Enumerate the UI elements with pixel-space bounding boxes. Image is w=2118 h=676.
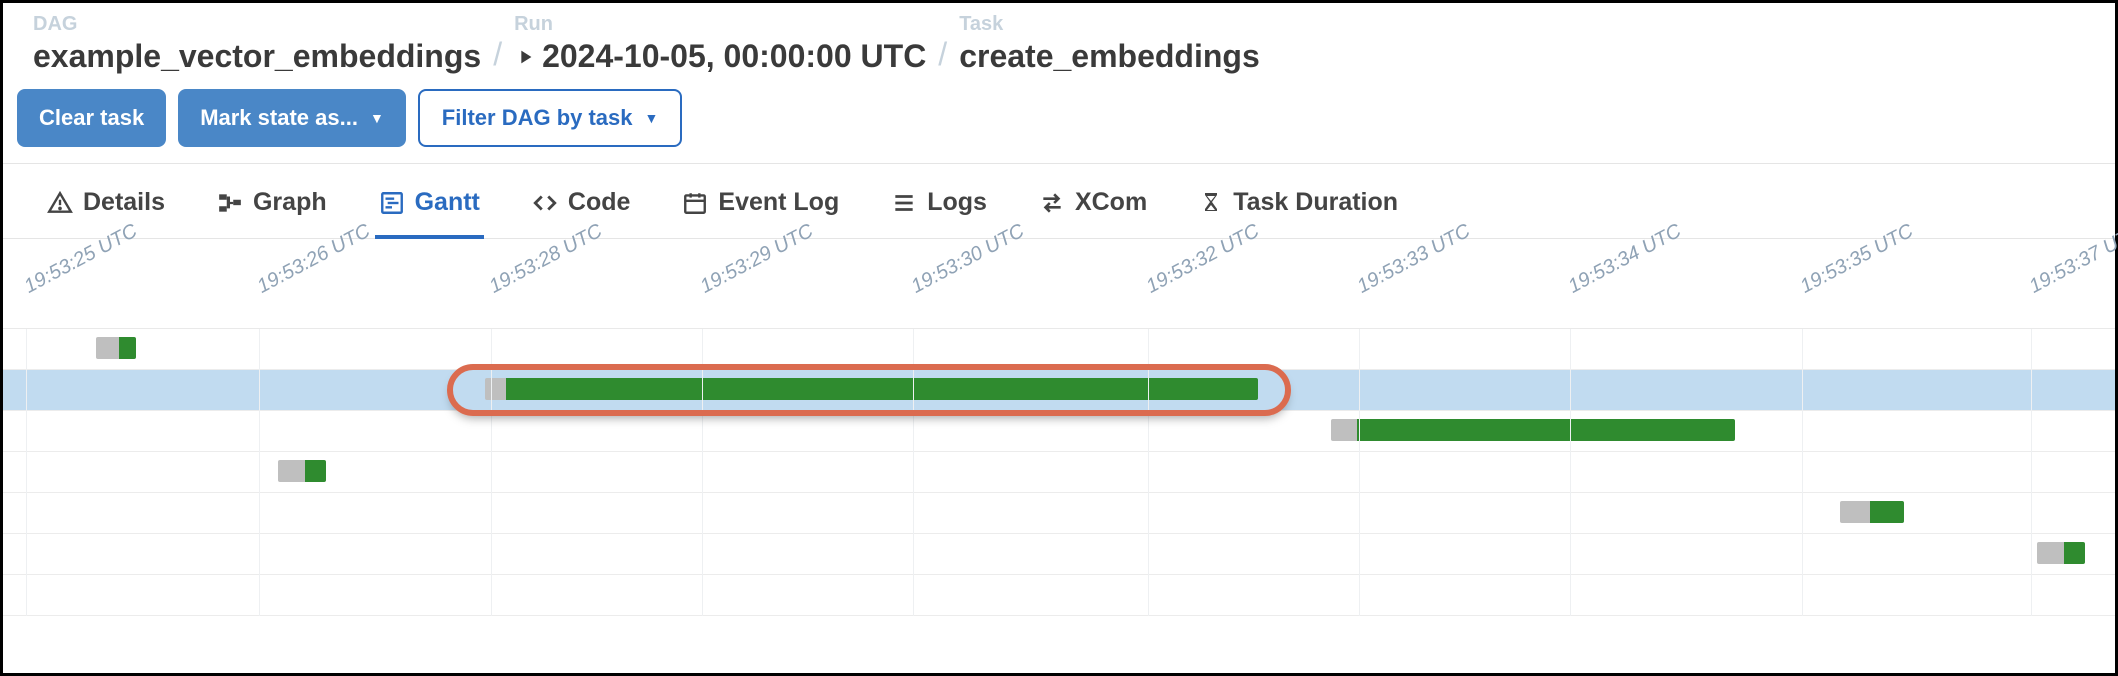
breadcrumb-run-label: Run xyxy=(514,13,926,36)
gantt-gridline xyxy=(2031,329,2032,616)
breadcrumb-separator: / xyxy=(493,36,502,75)
gantt-gridline xyxy=(1359,329,1360,616)
tab-logs[interactable]: Logs xyxy=(887,178,991,239)
gantt-bar-queued xyxy=(278,460,305,482)
gantt-row[interactable] xyxy=(3,575,2115,616)
breadcrumb-dag-label: DAG xyxy=(33,13,481,36)
breadcrumb: DAG example_vector_embeddings / Run 2024… xyxy=(33,13,2085,75)
gantt-bar-running xyxy=(119,337,136,359)
gantt-time-axis: 19:53:25 UTC19:53:26 UTC19:53:28 UTC19:5… xyxy=(3,239,2115,329)
tab-gantt[interactable]: Gantt xyxy=(375,178,484,239)
clear-task-button[interactable]: Clear task xyxy=(17,89,166,147)
tab-details[interactable]: Details xyxy=(43,178,169,239)
gantt-bar[interactable] xyxy=(278,460,327,482)
gantt-bar[interactable] xyxy=(1840,501,1903,523)
gantt-gridline xyxy=(259,329,260,616)
filter-dag-button[interactable]: Filter DAG by task ▼ xyxy=(418,89,683,147)
play-icon xyxy=(514,46,536,68)
gantt-row[interactable] xyxy=(3,534,2115,575)
gantt-bar-running xyxy=(1870,501,1904,523)
gantt-bar-queued xyxy=(96,337,119,359)
gantt-gridline xyxy=(491,329,492,616)
gantt-row[interactable] xyxy=(3,329,2115,370)
gantt-gridline xyxy=(913,329,914,616)
caret-down-icon: ▼ xyxy=(645,110,659,126)
tab-task-duration[interactable]: Task Duration xyxy=(1195,178,1402,239)
gantt-gridline xyxy=(1148,329,1149,616)
gantt-bar-queued xyxy=(2037,542,2064,564)
tabs: Details Graph Gantt Code Event Log Logs xyxy=(3,164,2115,239)
calendar-icon xyxy=(682,190,708,216)
breadcrumb-task-label: Task xyxy=(959,13,1260,36)
gantt-bar-queued xyxy=(485,378,506,400)
gantt-gridline xyxy=(1802,329,1803,616)
gantt-gridline xyxy=(702,329,703,616)
gantt-row[interactable] xyxy=(3,370,2115,411)
gantt-row[interactable] xyxy=(3,493,2115,534)
gantt-gridline xyxy=(1570,329,1571,616)
gantt-bar[interactable] xyxy=(1331,419,1734,441)
graph-icon xyxy=(217,190,243,216)
gantt-row[interactable] xyxy=(3,452,2115,493)
gantt-bar-running xyxy=(506,378,1258,400)
gantt-bar-queued xyxy=(1840,501,1870,523)
gantt-rows xyxy=(3,329,2115,616)
code-icon xyxy=(532,190,558,216)
breadcrumb-separator: / xyxy=(938,36,947,75)
hourglass-icon xyxy=(1199,190,1223,216)
gantt-chart: 19:53:25 UTC19:53:26 UTC19:53:28 UTC19:5… xyxy=(3,239,2115,616)
gantt-bar[interactable] xyxy=(485,378,1258,400)
tab-event-log[interactable]: Event Log xyxy=(678,178,843,239)
gantt-icon xyxy=(379,190,405,216)
gantt-bar[interactable] xyxy=(2037,542,2086,564)
gantt-row[interactable] xyxy=(3,411,2115,452)
breadcrumb-task-value[interactable]: create_embeddings xyxy=(959,38,1260,75)
caret-down-icon: ▼ xyxy=(370,110,384,126)
mark-state-button[interactable]: Mark state as... ▼ xyxy=(178,89,406,147)
gantt-bar-queued xyxy=(1331,419,1356,441)
gantt-bar-running xyxy=(1357,419,1735,441)
gantt-bar-running xyxy=(305,460,326,482)
tab-xcom[interactable]: XCom xyxy=(1035,178,1151,239)
warning-icon xyxy=(47,190,73,216)
gantt-bar-running xyxy=(2064,542,2085,564)
swap-icon xyxy=(1039,190,1065,216)
tab-graph[interactable]: Graph xyxy=(213,178,331,239)
breadcrumb-run-value[interactable]: 2024-10-05, 00:00:00 UTC xyxy=(514,38,926,75)
gantt-bar[interactable] xyxy=(96,337,136,359)
breadcrumb-dag-value[interactable]: example_vector_embeddings xyxy=(33,38,481,75)
gantt-gridline xyxy=(26,329,27,616)
logs-icon xyxy=(891,190,917,216)
